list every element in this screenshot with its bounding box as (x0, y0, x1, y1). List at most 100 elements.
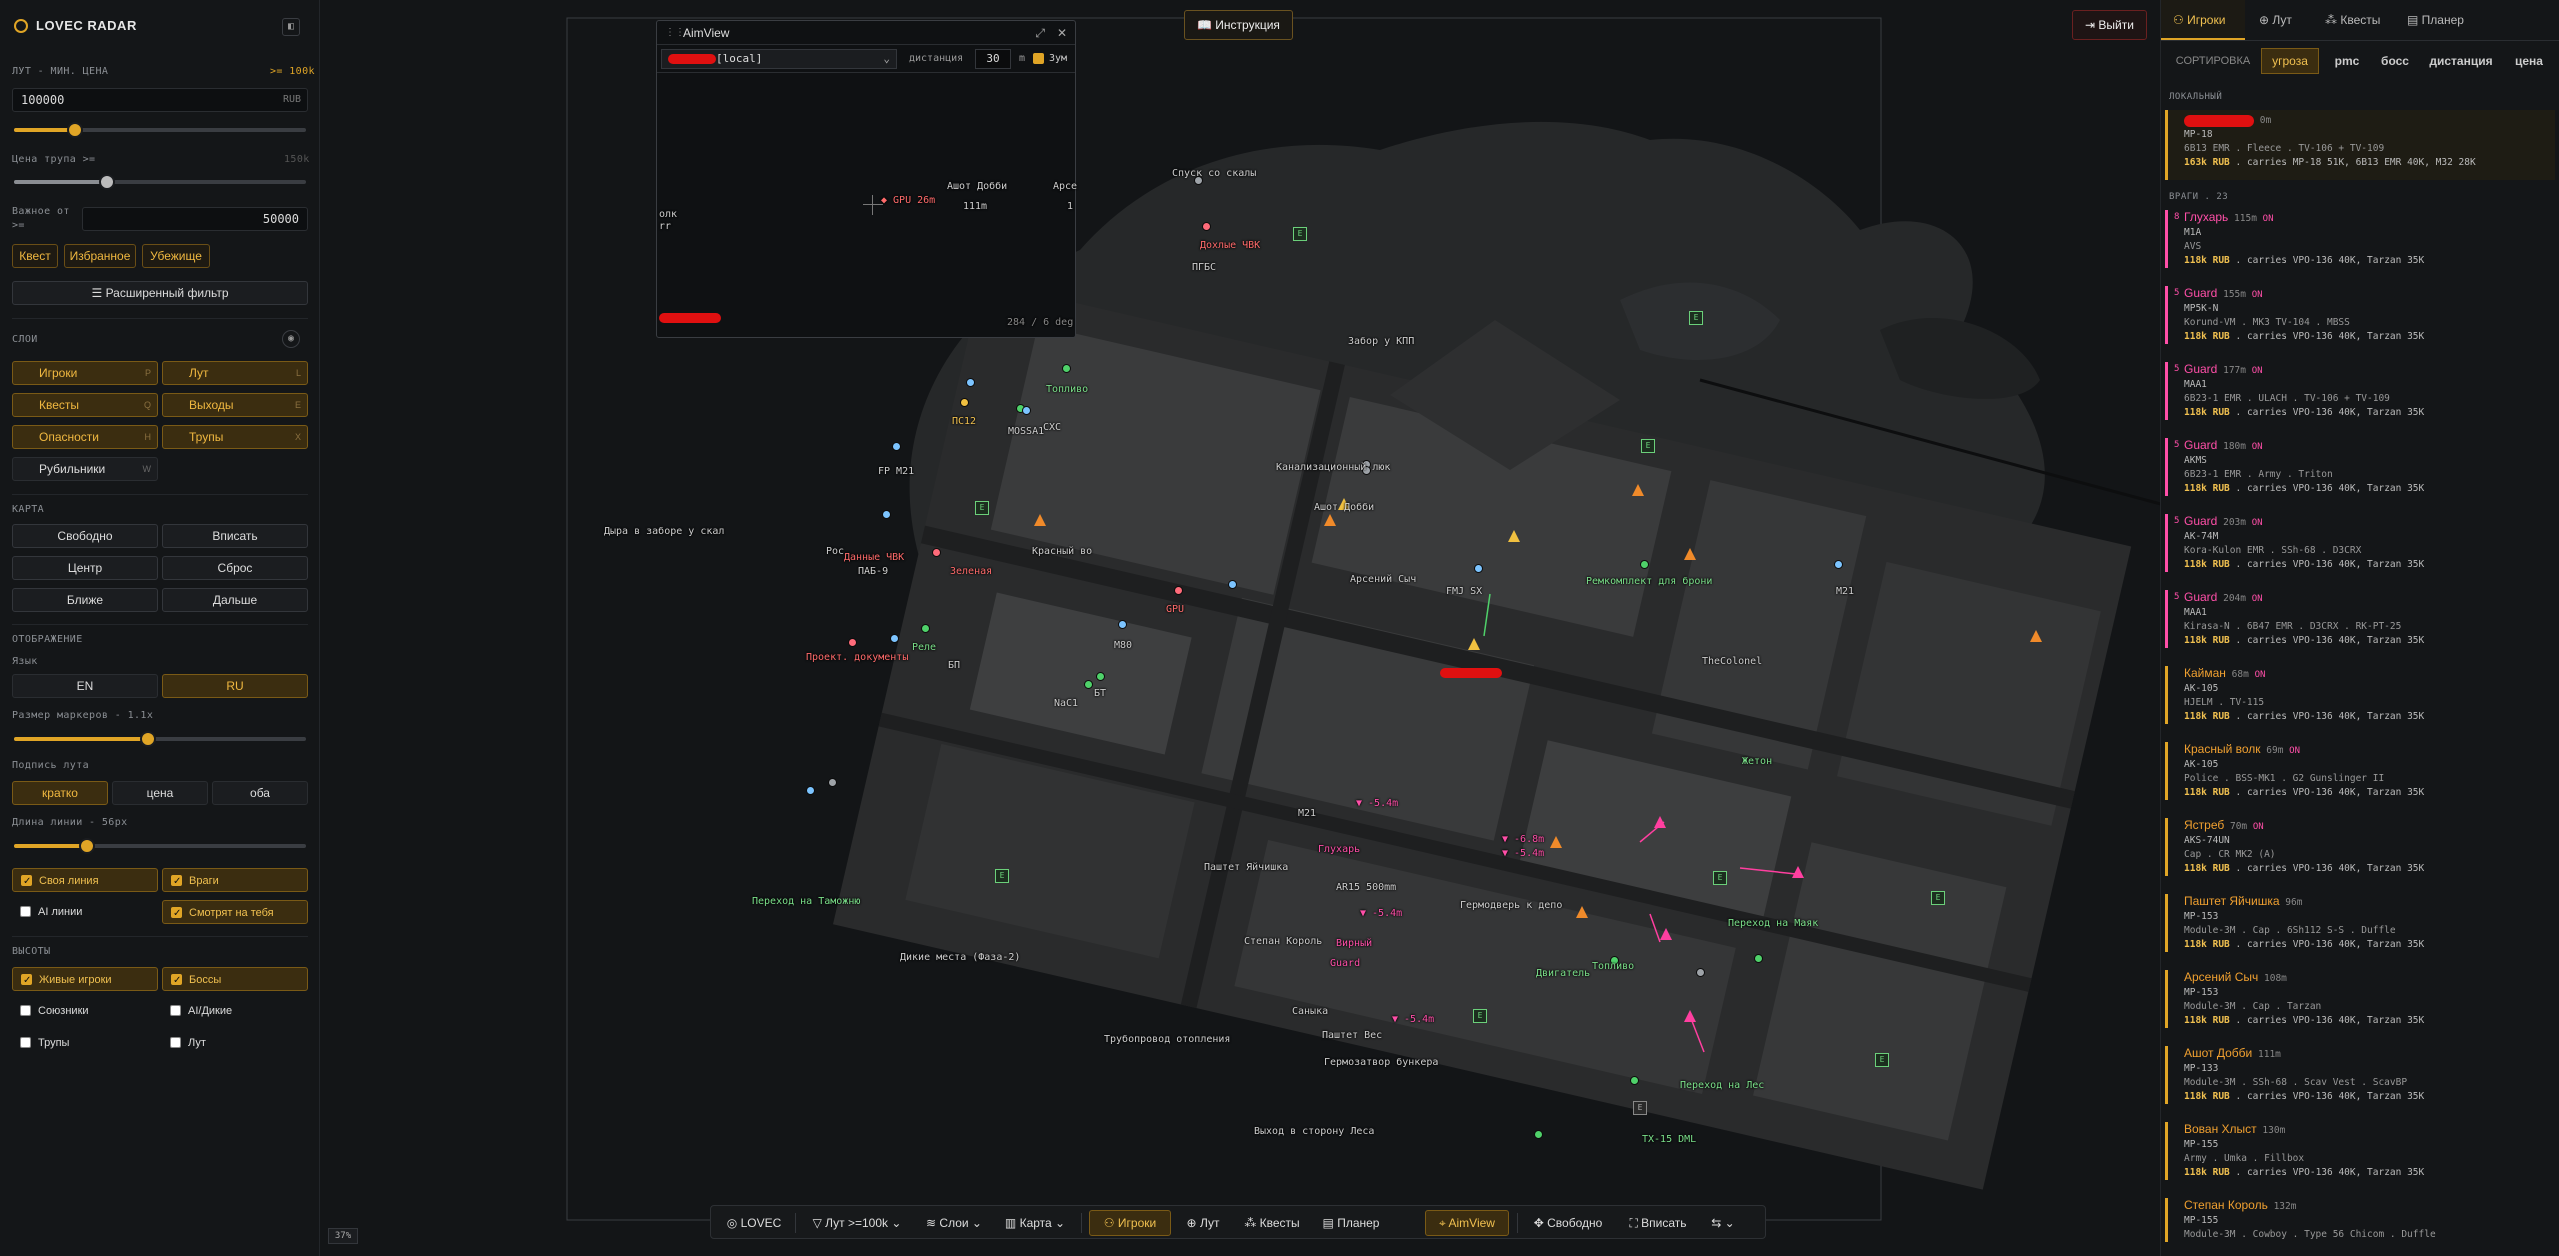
zoom-in-button[interactable]: Ближе (12, 588, 158, 612)
map-dropdown[interactable]: ▥ Карта ⌄ (995, 1210, 1075, 1236)
players-panel-button[interactable]: ⚇ Игроки (1089, 1210, 1171, 1236)
pmc-marker[interactable] (1792, 866, 1804, 878)
close-icon[interactable]: ✕ (1057, 21, 1067, 45)
slider-knob[interactable] (79, 838, 95, 854)
layer-corpses-toggle[interactable]: Трупы X (162, 425, 308, 449)
layer-exits-toggle[interactable]: Выходы E (162, 393, 308, 417)
loot-marker[interactable] (1630, 1076, 1639, 1085)
local-player-card[interactable]: 0m MP-18 6B13 EMR . Fleece . TV-106 + TV… (2165, 110, 2555, 180)
scav-marker[interactable] (1632, 484, 1644, 496)
loot-filter-dropdown[interactable]: ▽ Лут >=100k ⌄ (801, 1210, 913, 1236)
enemy-card[interactable]: 5 Guard 155m ON MP5K-N Korund-VM . MK3 TV-1… (2165, 286, 2555, 344)
quest-filter-button[interactable]: Квест (12, 244, 58, 268)
pmc-marker[interactable] (1660, 928, 1672, 940)
tab-quests[interactable]: ⁂ Квесты (2313, 0, 2395, 40)
layer-loot-toggle[interactable]: Лут L (162, 361, 308, 385)
reset-map-button[interactable]: Сброс (162, 556, 308, 580)
loot-marker[interactable] (1118, 620, 1127, 629)
sort-distance-button[interactable]: дистанция (2421, 48, 2501, 74)
lang-ru-button[interactable]: RU (162, 674, 308, 698)
enemy-card[interactable]: Вован Хлыст 130m MP-155 Army . Umka . Fil… (2165, 1122, 2555, 1180)
loot-marker[interactable] (806, 786, 815, 795)
enemy-lines-checkbox[interactable]: Враги (162, 868, 308, 894)
loot-marker[interactable] (890, 634, 899, 643)
planner-panel-button[interactable]: ▤ Планер (1313, 1210, 1389, 1236)
exit-button[interactable]: ⇥ Выйти (2072, 10, 2147, 40)
loot-marker[interactable] (966, 378, 975, 387)
height-bosses-checkbox[interactable]: Боссы (162, 967, 308, 993)
enemy-card[interactable]: 8 Глухарь 115m ON M1A AVS 118k RUB . carries… (2165, 210, 2555, 268)
exit-marker[interactable]: E (1641, 439, 1655, 453)
enemy-card[interactable]: Арсений Сыч 108m MP-153 Module-3M . Cap .… (2165, 970, 2555, 1028)
exit-marker[interactable]: E (1713, 871, 1727, 885)
center-map-button[interactable]: Центр (12, 556, 158, 580)
eye-icon[interactable]: ◉ (282, 330, 300, 348)
aimview-toggle-button[interactable]: ⌖ AimView (1425, 1210, 1509, 1236)
free-camera-toolbar-button[interactable]: ✥ Свободно (1523, 1210, 1613, 1236)
boss-marker[interactable] (2030, 630, 2042, 642)
loot-marker[interactable] (1754, 954, 1763, 963)
fit-toolbar-button[interactable]: ⛶ Вписать (1617, 1210, 1699, 1236)
help-button[interactable]: 📖 Инструкция (1184, 10, 1293, 40)
sort-pmc-button[interactable]: pmc (2325, 48, 2369, 74)
enemy-card[interactable]: Ашот Добби 111m MP-133 Module-3M . SSh-68… (2165, 1046, 2555, 1104)
loot-min-input[interactable]: 100000 RUB (12, 88, 308, 112)
loot-marker[interactable] (1474, 564, 1483, 573)
loot-caption-short-button[interactable]: кратко (12, 781, 108, 805)
enemy-card[interactable]: Степан Король 132m MP-155 Module-3M . Cow… (2165, 1198, 2555, 1242)
loot-marker[interactable] (882, 510, 891, 519)
loot-marker[interactable] (1534, 1130, 1543, 1139)
loot-marker[interactable] (1084, 680, 1093, 689)
distance-input[interactable]: 30 (975, 49, 1011, 69)
scav-marker[interactable] (1034, 514, 1046, 526)
slider-knob[interactable] (99, 174, 116, 190)
exit-marker[interactable]: E (1633, 1101, 1647, 1115)
pmc-marker[interactable] (1684, 1010, 1696, 1022)
slider-knob[interactable] (140, 731, 157, 747)
loot-marker[interactable] (848, 638, 857, 647)
layer-quests-toggle[interactable]: Квесты Q (12, 393, 158, 417)
tab-players[interactable]: ⚇ Игроки (2161, 0, 2245, 40)
ai-lines-checkbox[interactable]: AI линии (12, 900, 158, 924)
exit-marker[interactable]: E (1931, 891, 1945, 905)
loot-marker[interactable] (1834, 560, 1843, 569)
local-player-marker[interactable] (1468, 638, 1480, 650)
scav-marker[interactable] (1324, 514, 1336, 526)
sort-price-button[interactable]: цена (2505, 48, 2553, 74)
corpse-price-slider[interactable] (14, 174, 306, 190)
height-ai-checkbox[interactable]: AI/Дикие (162, 999, 308, 1023)
enemy-card[interactable]: 5 Guard 177m ON MAA1 6B23-1 EMR . ULACH . T… (2165, 362, 2555, 420)
enemy-card[interactable]: Кайман 68m ON AK-105 HJELM . TV-115 118k RU… (2165, 666, 2555, 724)
exit-marker[interactable]: E (995, 869, 1009, 883)
own-line-checkbox[interactable]: Своя линия (12, 868, 158, 894)
loot-caption-both-button[interactable]: оба (212, 781, 308, 805)
line-length-slider[interactable] (14, 838, 306, 854)
watching-you-checkbox[interactable]: Смотрят на тебя (162, 900, 308, 926)
loot-marker[interactable] (921, 624, 930, 633)
swap-button[interactable]: ⇆ ⌄ (1703, 1210, 1743, 1236)
loot-marker[interactable] (1062, 364, 1071, 373)
enemy-card[interactable]: Ястреб 70m ON AKS-74UN Cap . CR MK2 (A) 118… (2165, 818, 2555, 876)
loot-marker[interactable] (1022, 406, 1031, 415)
favorites-filter-button[interactable]: Избранное (64, 244, 136, 268)
layer-players-toggle[interactable]: Игроки P (12, 361, 158, 385)
sort-boss-button[interactable]: босс (2373, 48, 2417, 74)
tab-loot[interactable]: ⊕ Лут (2247, 0, 2313, 40)
layers-dropdown[interactable]: ≋ Слои ⌄ (917, 1210, 991, 1236)
advanced-filter-button[interactable]: ☰ Расширенный фильтр (12, 281, 308, 305)
loot-marker[interactable] (1096, 672, 1105, 681)
enemy-card[interactable]: Паштет Яйчишка 96m MP-153 Module-3M . Cap… (2165, 894, 2555, 952)
drag-handle-icon[interactable]: ⋮⋮ (665, 21, 685, 45)
loot-panel-button[interactable]: ⊕ Лут (1175, 1210, 1231, 1236)
loot-caption-price-button[interactable]: цена (112, 781, 208, 805)
enemy-card[interactable]: 5 Guard 203m ON AK-74M Kora-Kulon EMR . SSh… (2165, 514, 2555, 572)
quests-panel-button[interactable]: ⁂ Квесты (1235, 1210, 1309, 1236)
radar-map[interactable]: E E E E E E E E E E E Спуск со скалыД-2П… (320, 0, 2160, 1256)
layer-switches-toggle[interactable]: Рубильники W (12, 457, 158, 481)
quest-item-marker[interactable] (960, 398, 969, 407)
collapse-sidebar-button[interactable]: ◧ (282, 18, 300, 36)
exit-marker[interactable]: E (1473, 1009, 1487, 1023)
loot-marker[interactable] (932, 548, 941, 557)
expand-icon[interactable]: ⤢ (1035, 21, 1045, 45)
player-select[interactable]: [local] ⌄ (661, 49, 897, 69)
